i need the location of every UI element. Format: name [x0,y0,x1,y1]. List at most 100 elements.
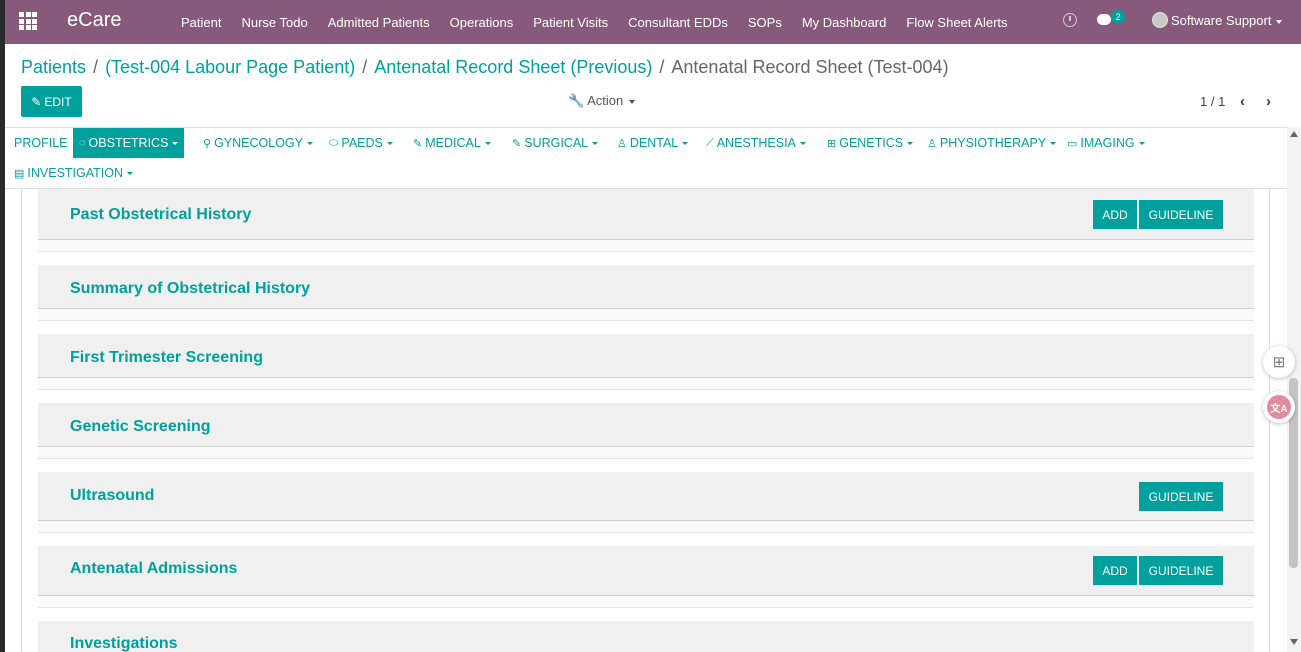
pager-value[interactable]: 1 / 1 [1200,94,1225,109]
scroll-down-icon[interactable] [1290,639,1298,645]
tab-physiotherapy[interactable]: ♙ PHYSIOTHERAPY [927,128,1057,158]
action-label: Action [587,93,624,108]
tab-genetics[interactable]: ⊞ GENETICS [827,128,914,158]
tab-medical[interactable]: ✎ MEDICAL [413,128,491,158]
guideline-button[interactable]: GUIDELINE [1139,200,1223,229]
chevron-down-icon [484,141,491,145]
section-title[interactable]: Investigations [70,635,178,652]
section-divider [38,447,1254,459]
user-avatar[interactable] [1152,12,1168,28]
edit-button-label: EDIT [44,94,72,109]
wrench-icon: 🔧 [568,93,585,108]
edit-icon: ✎ [512,137,522,150]
guideline-button[interactable]: GUIDELINE [1139,556,1223,585]
section-title[interactable]: First Trimester Screening [70,349,263,367]
record-tab-bar: PROFILE ◌ OBSTETRICS ⚲ GYNECOLOGY ⬭ PAEDS ✎… [5,127,1287,189]
guideline-button[interactable]: GUIDELINE [1139,482,1223,511]
action-dropdown[interactable]: 🔧 Action [568,93,636,109]
chevron-down-icon [172,141,179,145]
edit-icon: ✎ [413,137,423,150]
tab-paeds[interactable]: ⬭ PAEDS [329,128,393,158]
tab-label: GENETICS [839,136,904,150]
edit-button[interactable]: ✎ EDIT [21,86,82,117]
section-first-trimester-screening: First Trimester Screening [38,334,1254,378]
section-title[interactable]: Ultrasound [70,487,154,505]
section-title[interactable]: Antenatal Admissions [70,560,237,578]
chevron-down-icon [1050,141,1057,145]
breadcrumb: Patients / (Test-004 Labour Page Patient) /… [21,57,949,78]
tab-label: PAEDS [341,136,383,150]
add-button[interactable]: ADD [1093,556,1137,585]
menu-item-operations[interactable]: Operations [450,15,514,30]
menu-item-patient[interactable]: Patient [181,15,221,30]
activity-clock-icon[interactable] [1063,13,1077,27]
add-widget-icon: ⊞ [1272,354,1286,371]
chevron-down-icon [1138,141,1145,145]
breadcrumb-patient-record[interactable]: (Test-004 Labour Page Patient) [105,57,355,77]
breadcrumb-patients[interactable]: Patients [21,57,86,77]
apps-menu-icon[interactable] [19,12,37,30]
section-past-obstetrical-history: Past Obstetrical History ADD GUIDELINE [38,189,1254,240]
medkit-icon: ⊞ [827,137,837,150]
tab-label: PROFILE [14,136,68,150]
apps-grid-widget[interactable]: ⊞ [1263,346,1295,378]
section-title[interactable]: Summary of Obstetrical History [70,280,310,298]
tab-anesthesia[interactable]: ⟋ ANESTHESIA [706,128,806,158]
pager-previous-icon[interactable]: ‹ [1240,93,1245,110]
chat-count-badge: 2 [1111,10,1125,24]
menu-item-admitted-patients[interactable]: Admitted Patients [328,15,430,30]
breadcrumb-separator: / [362,57,368,77]
menu-item-nurse-todo[interactable]: Nurse Todo [241,15,307,30]
tab-investigation[interactable]: ▤ INVESTIGATION [14,158,134,188]
uterus-icon: ⚲ [203,137,212,150]
chevron-down-icon [629,99,636,104]
chat-icon[interactable] [1097,14,1111,25]
tab-surgical[interactable]: ✎ SURGICAL [512,128,599,158]
tab-label: DENTAL [629,136,679,150]
chevron-down-icon [1276,19,1283,24]
menu-item-flow-sheet-alerts[interactable]: Flow Sheet Alerts [906,15,1007,30]
section-divider [38,378,1254,390]
section-antenatal-admissions: Antenatal Admissions ADD GUIDELINE [38,546,1254,596]
menu-item-sops[interactable]: SOPs [748,15,782,30]
translate-icon: 文A [1267,395,1291,419]
tab-imaging[interactable]: ▭ IMAGING [1067,128,1145,158]
obstetrics-content-panel: Past Obstetrical History ADD GUIDELINE S… [21,189,1270,652]
top-navbar: eCare Patient Nurse Todo Admitted Patien… [5,0,1301,44]
section-summary-obstetrical-history: Summary of Obstetrical History [38,265,1254,309]
breadcrumb-separator: / [93,57,99,77]
user-menu[interactable]: Software Support [1171,13,1283,28]
section-title[interactable]: Genetic Screening [70,418,211,436]
section-divider [38,240,1254,252]
section-ultrasound: Ultrasound GUIDELINE [38,472,1254,521]
pager-next-icon[interactable]: › [1266,93,1271,110]
add-button[interactable]: ADD [1093,200,1137,229]
chevron-down-icon [682,141,689,145]
brand-name[interactable]: eCare [67,9,121,32]
chevron-down-icon [127,171,134,175]
tab-gynecology[interactable]: ⚲ GYNECOLOGY [203,128,313,158]
tab-label: PHYSIOTHERAPY [939,136,1047,150]
section-title[interactable]: Past Obstetrical History [70,206,251,224]
window-edge [0,0,5,652]
section-divider [38,521,1254,533]
fetus-icon: ◌ [79,137,86,149]
tab-dental[interactable]: ♙ DENTAL [617,128,689,158]
main-menu: Patient Nurse Todo Admitted Patients Ope… [171,0,1018,44]
tab-obstetrics[interactable]: ◌ OBSTETRICS [73,128,185,158]
breadcrumb-previous-sheet[interactable]: Antenatal Record Sheet (Previous) [374,57,652,77]
scroll-up-icon[interactable] [1290,131,1298,137]
menu-item-consultant-edds[interactable]: Consultant EDDs [628,15,728,30]
chevron-down-icon [386,141,393,145]
menu-item-my-dashboard[interactable]: My Dashboard [802,15,887,30]
tab-label: INVESTIGATION [27,166,124,180]
syringe-icon: ⟋ [706,136,714,149]
tab-profile[interactable]: PROFILE [14,128,68,158]
doctor-icon: ♙ [617,137,627,150]
section-divider [38,596,1254,608]
user-name: Software Support [1171,13,1272,28]
translate-widget[interactable]: 文A [1263,391,1295,423]
menu-item-patient-visits[interactable]: Patient Visits [533,15,608,30]
section-genetic-screening: Genetic Screening [38,403,1254,447]
pencil-icon: ✎ [31,94,42,109]
